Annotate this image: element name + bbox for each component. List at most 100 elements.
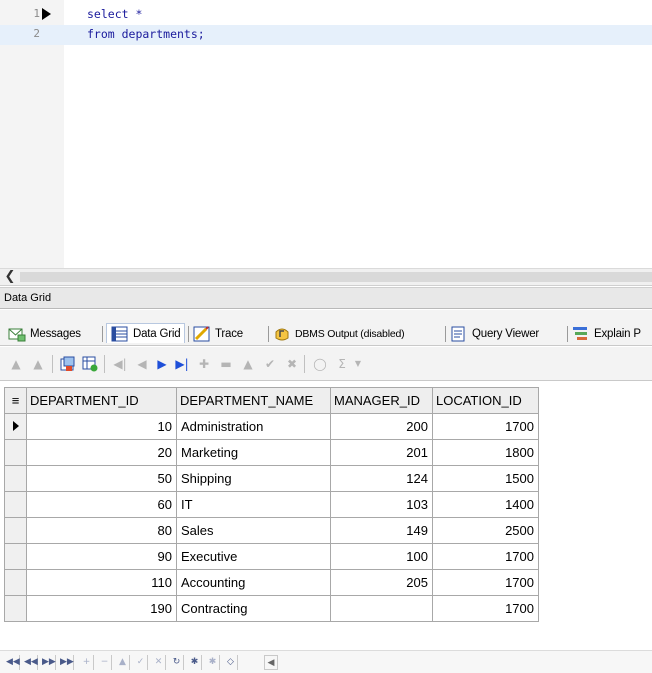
cell-department-id[interactable]: 90: [26, 543, 177, 570]
cell-manager-id[interactable]: 200: [330, 413, 433, 440]
table-row[interactable]: 50 Shipping 124 1500: [4, 465, 539, 492]
first-record-icon[interactable]: ◀|: [112, 356, 128, 372]
tab-dbms-output[interactable]: DBMS Output (disabled): [273, 324, 405, 344]
scrollbar-thumb[interactable]: [20, 272, 652, 282]
cancel-edit-icon[interactable]: ✖: [284, 356, 300, 372]
cell-department-name[interactable]: Shipping: [176, 465, 331, 492]
table-row[interactable]: 90 Executive 100 1700: [4, 543, 539, 570]
table-row[interactable]: 80 Sales 149 2500: [4, 517, 539, 544]
cell-department-id[interactable]: 20: [26, 439, 177, 466]
insert-record-icon[interactable]: ✚: [196, 356, 212, 372]
nav-bookmark-icon[interactable]: ✱: [188, 655, 202, 670]
prior-record-icon[interactable]: ◀: [134, 356, 150, 372]
cell-department-name[interactable]: Marketing: [176, 439, 331, 466]
nav-goto-bookmark-icon[interactable]: ✱: [206, 655, 220, 670]
data-grid-icon: [111, 326, 129, 342]
last-record-icon[interactable]: ▶|: [174, 356, 190, 372]
cell-department-name[interactable]: Accounting: [176, 569, 331, 596]
cell-location-id[interactable]: 1700: [432, 569, 539, 596]
cell-department-id[interactable]: 10: [26, 413, 177, 440]
scroll-left-icon[interactable]: ❮: [3, 269, 17, 285]
nav-filter-icon[interactable]: ◇: [224, 655, 238, 670]
cell-manager-id[interactable]: 201: [330, 439, 433, 466]
nav-scroll-left-icon[interactable]: ◀: [264, 655, 278, 670]
cell-manager-id[interactable]: [330, 595, 433, 622]
toolbar-separator: [104, 355, 105, 373]
row-indicator[interactable]: [4, 491, 27, 518]
cell-department-id[interactable]: 80: [26, 517, 177, 544]
nav-insert-icon[interactable]: +: [80, 655, 94, 670]
toolbar-separator: [304, 355, 305, 373]
cell-location-id[interactable]: 1400: [432, 491, 539, 518]
row-indicator[interactable]: [4, 543, 27, 570]
cell-department-id[interactable]: 50: [26, 465, 177, 492]
cell-location-id[interactable]: 1700: [432, 543, 539, 570]
sql-editor[interactable]: 1 select * 2 from departments;: [0, 0, 652, 268]
row-indicator[interactable]: [4, 569, 27, 596]
tab-data-grid[interactable]: Data Grid: [106, 323, 186, 343]
row-indicator[interactable]: [4, 517, 27, 544]
column-header[interactable]: DEPARTMENT_NAME: [176, 387, 331, 414]
edit-record-icon[interactable]: ▲: [240, 356, 256, 372]
next-record-icon[interactable]: ▶: [154, 356, 170, 372]
table-row[interactable]: 20 Marketing 201 1800: [4, 439, 539, 466]
refresh-grid-icon[interactable]: [82, 356, 98, 372]
row-indicator[interactable]: [4, 439, 27, 466]
cell-department-id[interactable]: 110: [26, 569, 177, 596]
row-indicator[interactable]: [4, 595, 27, 622]
delete-record-icon[interactable]: ▬: [218, 356, 234, 372]
cell-manager-id[interactable]: 149: [330, 517, 433, 544]
cell-department-id[interactable]: 190: [26, 595, 177, 622]
table-row[interactable]: 190 Contracting 1700: [4, 595, 539, 622]
column-header[interactable]: MANAGER_ID: [330, 387, 433, 414]
export-icon[interactable]: [60, 356, 76, 372]
nav-edit-icon[interactable]: ▲: [116, 655, 130, 670]
table-row[interactable]: 10 Administration 200 1700: [4, 413, 539, 440]
tab-query-viewer[interactable]: Query Viewer: [450, 324, 539, 344]
cell-location-id[interactable]: 1800: [432, 439, 539, 466]
cell-department-name[interactable]: IT: [176, 491, 331, 518]
cell-manager-id[interactable]: 100: [330, 543, 433, 570]
lock-icon[interactable]: ▲: [8, 356, 24, 372]
dropdown-icon[interactable]: ▼: [350, 356, 366, 372]
cell-department-name[interactable]: Executive: [176, 543, 331, 570]
clear-icon[interactable]: ◯: [312, 356, 328, 372]
nav-last-icon[interactable]: ▶▶: [60, 655, 74, 670]
code-line-2[interactable]: 2 from departments;: [0, 25, 652, 45]
current-line-marker-icon: [42, 8, 51, 20]
row-indicator[interactable]: [4, 465, 27, 492]
cell-location-id[interactable]: 1500: [432, 465, 539, 492]
table-row[interactable]: 60 IT 103 1400: [4, 491, 539, 518]
tab-separator: [445, 326, 446, 342]
cell-department-name[interactable]: Administration: [176, 413, 331, 440]
nav-first-icon[interactable]: ◀◀: [6, 655, 20, 670]
nav-delete-icon[interactable]: −: [98, 655, 112, 670]
nav-next-page-icon[interactable]: ▶▶: [42, 655, 56, 670]
unlock-icon[interactable]: ▲: [30, 356, 46, 372]
cell-department-id[interactable]: 60: [26, 491, 177, 518]
table-row[interactable]: 110 Accounting 205 1700: [4, 569, 539, 596]
editor-horizontal-scrollbar[interactable]: ❮: [0, 268, 652, 286]
cell-department-name[interactable]: Contracting: [176, 595, 331, 622]
select-all-icon[interactable]: ≡: [4, 387, 27, 414]
sum-icon[interactable]: Σ: [334, 356, 350, 372]
nav-prior-page-icon[interactable]: ◀◀: [24, 655, 38, 670]
code-line-1[interactable]: 1 select *: [0, 5, 652, 25]
cell-department-name[interactable]: Sales: [176, 517, 331, 544]
cell-manager-id[interactable]: 103: [330, 491, 433, 518]
tab-explain-plan[interactable]: Explain P: [572, 324, 641, 344]
cell-location-id[interactable]: 2500: [432, 517, 539, 544]
tab-messages[interactable]: Messages: [8, 324, 81, 344]
column-header[interactable]: LOCATION_ID: [432, 387, 539, 414]
nav-post-icon[interactable]: ✓: [134, 655, 148, 670]
row-indicator[interactable]: [4, 413, 27, 440]
cell-manager-id[interactable]: 124: [330, 465, 433, 492]
post-edit-icon[interactable]: ✔: [262, 356, 278, 372]
nav-cancel-icon[interactable]: ✕: [152, 655, 166, 670]
nav-refresh-icon[interactable]: ↻: [170, 655, 184, 670]
column-header[interactable]: DEPARTMENT_ID: [26, 387, 177, 414]
tab-trace[interactable]: Trace: [193, 324, 243, 344]
cell-location-id[interactable]: 1700: [432, 595, 539, 622]
cell-manager-id[interactable]: 205: [330, 569, 433, 596]
cell-location-id[interactable]: 1700: [432, 413, 539, 440]
